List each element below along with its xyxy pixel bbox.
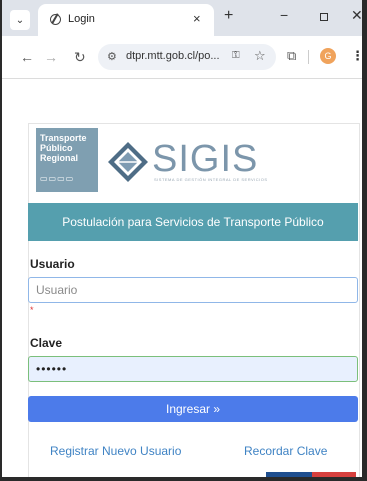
new-tab-button[interactable]: + [224,7,233,25]
close-window-button[interactable]: ✕ [351,7,363,24]
tab-login[interactable]: Login × [38,4,214,36]
sigis-subtitle: SISTEMA DE GESTIÓN INTEGRAL DE SERVICIOS [154,177,268,182]
usuario-label: Usuario [30,257,75,271]
sigis-logo-text: SIGIS [152,138,259,180]
logo-line: Público [40,143,73,153]
minimize-button[interactable]: − [280,7,288,23]
transporte-publico-regional-logo: Transporte Público Regional ▭▭▭▭ [36,128,98,192]
ingresar-button[interactable]: Ingresar » [28,396,358,422]
recover-password-link[interactable]: Recordar Clave [244,444,327,458]
required-mark: * [30,305,34,315]
tab-search-button[interactable]: ⌄ [10,10,30,30]
page-banner: Postulación para Servicios de Transporte… [28,203,358,241]
profile-avatar[interactable]: G [320,48,336,64]
globe-icon [50,14,61,25]
site-info-icon[interactable]: ⚙ [107,50,117,63]
register-link[interactable]: Registrar Nuevo Usuario [50,444,181,458]
clave-label: Clave [30,336,63,350]
window-border [0,0,2,481]
tab-strip: ⌄ Login × + − ✕ [2,0,363,36]
tab-title: Login [68,13,95,25]
star-icon[interactable]: ☆ [254,48,266,64]
sigis-emblem-icon [108,142,148,182]
window-border [0,477,367,481]
transport-icons: ▭▭▭▭ [40,174,75,183]
usuario-input[interactable] [28,277,358,303]
forward-icon[interactable]: → [44,49,58,65]
address-bar[interactable]: ⚙ dtpr.mtt.gob.cl/po... ⚿ ☆ [98,44,276,70]
url-text[interactable]: dtpr.mtt.gob.cl/po... [126,50,220,62]
back-icon[interactable]: ← [20,49,34,65]
maximize-button[interactable] [320,13,328,21]
reload-icon[interactable]: ↻ [74,49,86,66]
extensions-icon[interactable]: ⧉ [287,48,296,64]
tab-close-icon[interactable]: × [193,11,201,26]
browser-toolbar: ← → ↻ ⚙ dtpr.mtt.gob.cl/po... ⚿ ☆ ⧉ G ⋮ [2,36,364,79]
clave-input[interactable] [28,356,358,382]
password-key-icon[interactable]: ⚿ [232,50,240,61]
window-border [362,0,367,481]
logo-line: Regional [40,153,79,163]
logo-line: Transporte [40,133,87,143]
toolbar-divider [308,50,309,64]
